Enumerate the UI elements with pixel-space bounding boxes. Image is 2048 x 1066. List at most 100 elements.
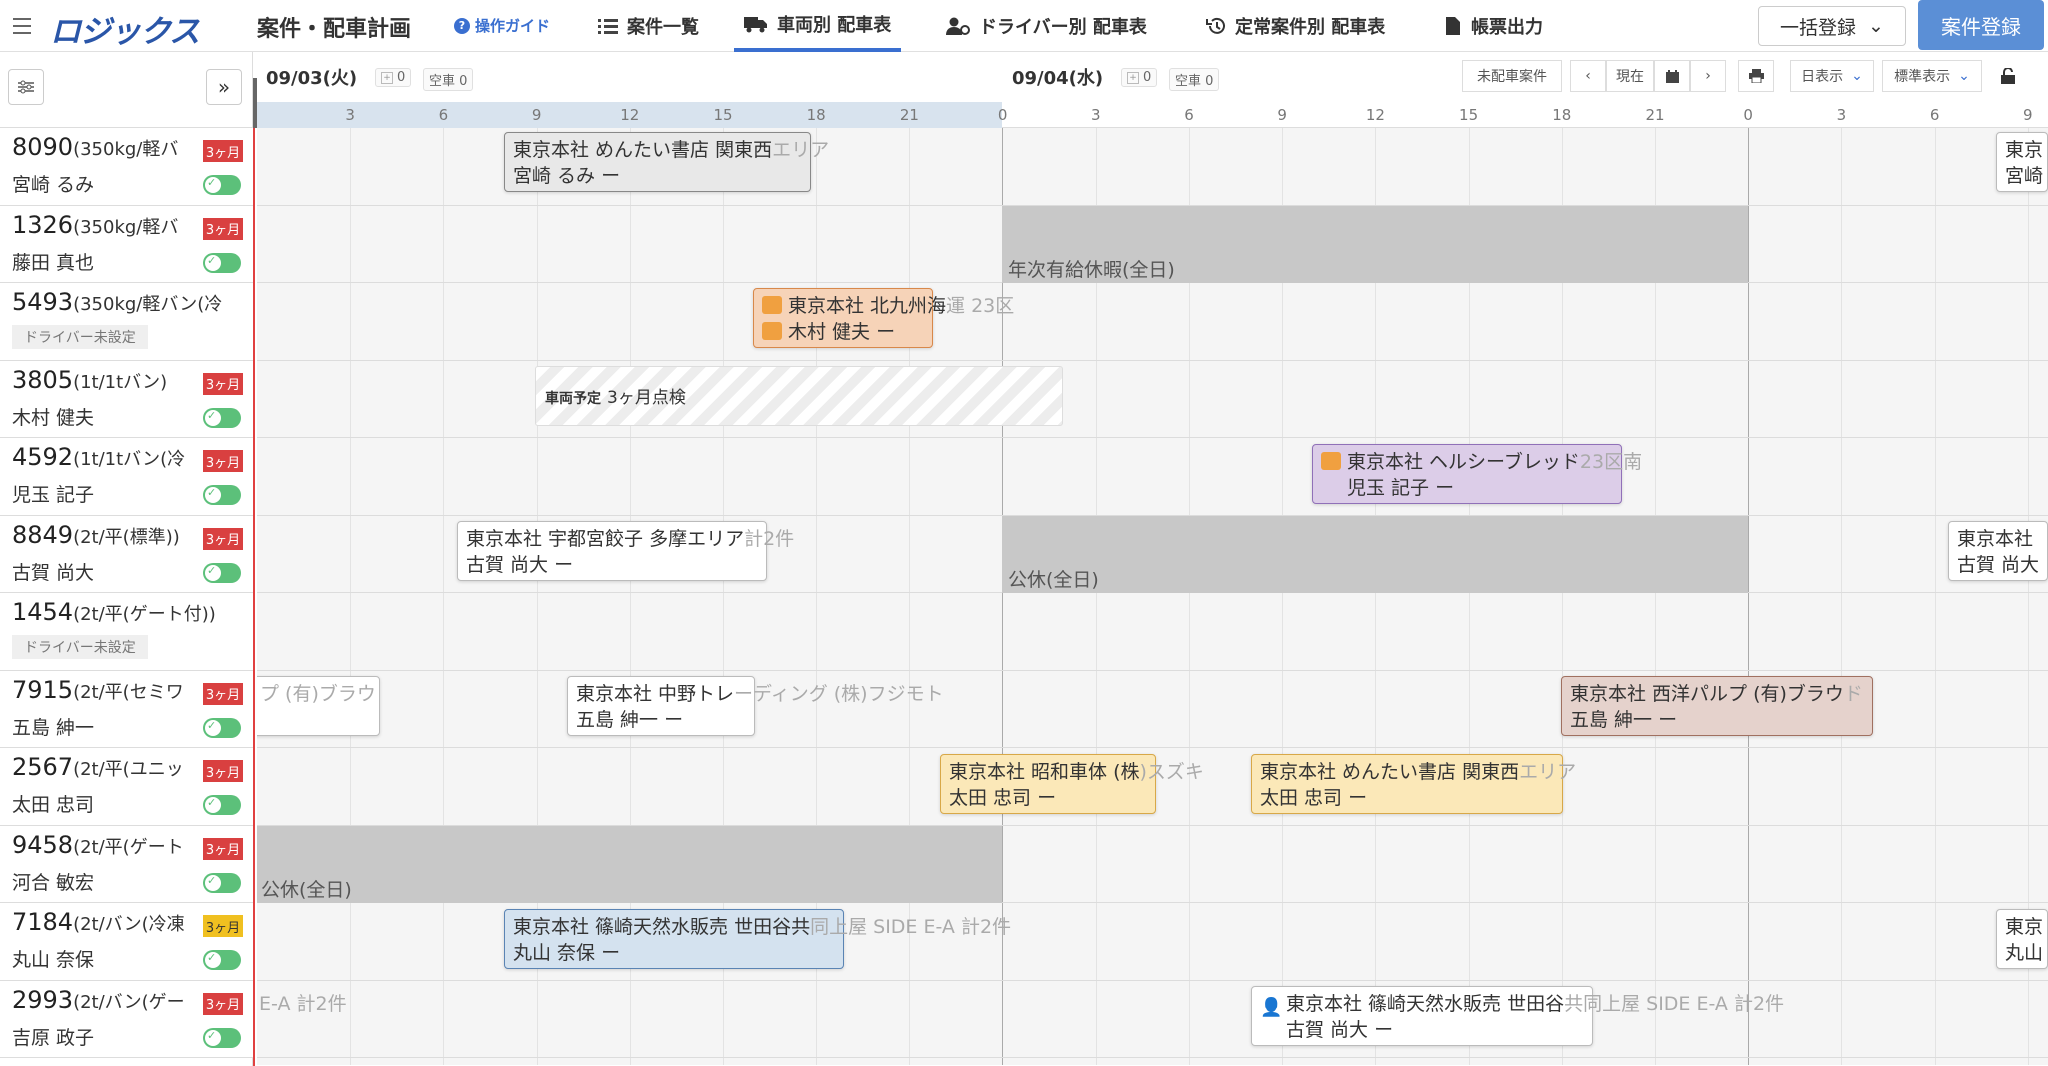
dispatch-card[interactable]: 東京本社 篠崎天然水販売 世田谷共同上屋 SIDE E-A 計2件 丸山 奈保 ー <box>504 909 1011 969</box>
nav-report-output[interactable]: 帳票出力 <box>1446 0 1543 52</box>
hour-tick: 6 <box>1184 106 1194 124</box>
chevron-down-icon: ⌄ <box>1958 68 1970 84</box>
nav-driver-schedule[interactable]: ドライバー別 配車表 <box>946 0 1147 52</box>
inspection-badge: 3ヶ月 <box>203 140 243 162</box>
grid-vline <box>1934 128 1936 1065</box>
driver-toggle[interactable] <box>203 1027 241 1048</box>
grid-hline <box>257 747 2048 748</box>
standard-view-dropdown[interactable]: 標準表示 ⌄ <box>1882 60 1982 92</box>
dispatch-card[interactable]: 東京 丸山 <box>1996 909 2048 969</box>
chevron-left-icon[interactable]: ‹ <box>1570 60 1606 92</box>
unassigned-cases-button[interactable]: 未配車案件 <box>1462 60 1562 92</box>
inspection-badge: 3ヶ月 <box>203 915 243 937</box>
page-title: 案件・配車計画 <box>257 17 412 42</box>
vehicle-row[interactable]: 7184(2t/バン(冷凍 3ヶ月 丸山 奈保 <box>0 903 253 981</box>
chevron-right-icon[interactable]: › <box>1690 60 1726 92</box>
chevron-down-icon: ⌄ <box>1868 15 1884 37</box>
print-icon[interactable] <box>1738 60 1774 92</box>
inspection-badge: 3ヶ月 <box>203 682 243 705</box>
truck-icon <box>744 15 768 33</box>
grid-hline <box>257 1057 2048 1058</box>
dispatch-card[interactable]: 東京本社 めんたい書店 関東西エリア 太田 忠司 ー <box>1251 754 1576 814</box>
dispatch-card[interactable]: 東京本社 宇都宮餃子 多摩エリア計2件 古賀 尚大 ー <box>457 521 794 581</box>
grid-vline <box>443 128 445 1065</box>
dispatch-card[interactable]: 東京本社 古賀 尚大 <box>1948 521 2048 581</box>
off-day-block[interactable] <box>257 826 1002 903</box>
vehicle-id: 2993(2t/バン(ゲー <box>12 985 185 1014</box>
vehicle-row[interactable]: 9458(2t/平(ゲート 3ヶ月 河合 敏宏 <box>0 825 253 903</box>
vehicle-row[interactable]: 3805(1t/1tバン) 3ヶ月 木村 健夫 <box>0 360 253 438</box>
dispatch-card[interactable]: プ (有)ブラウド <box>257 676 380 736</box>
vehicle-row[interactable]: 2567(2t/平(ユニッ 3ヶ月太田 忠司 <box>0 748 253 826</box>
dispatch-card[interactable]: 東京本社 めんたい書店 関東西エリア 宮崎 るみ ー <box>504 132 829 192</box>
driver-toggle[interactable] <box>203 950 241 970</box>
day-view-dropdown[interactable]: 日表示 ⌄ <box>1790 60 1874 92</box>
bus-icon <box>1321 452 1341 470</box>
off-day-block[interactable] <box>1002 516 1748 593</box>
driver-toggle[interactable] <box>203 407 241 428</box>
now-button[interactable]: 現在 <box>1606 60 1654 92</box>
vehicle-row[interactable]: 5493(350kg/軽バン(冷 ドライバー未設定 <box>0 283 253 361</box>
app-logo[interactable]: ロジックス <box>50 6 200 51</box>
app-header: ロジックス 案件・配車計画 ? 操作ガイド 案件一覧 車両別 配車表 ドライバー別… <box>0 0 2048 52</box>
vehicle-row[interactable]: 1326(350kg/軽バ 3ヶ月 藤田 真也 <box>0 205 253 283</box>
no-driver-tag: ドライバー未設定 <box>12 635 148 659</box>
driver-name: 河合 敏宏 <box>12 871 95 894</box>
guide-link[interactable]: ? 操作ガイド <box>454 15 550 36</box>
bulk-register-dropdown[interactable]: 一括登録 ⌄ <box>1758 6 1906 46</box>
hour-tick: 15 <box>1459 106 1479 124</box>
driver-toggle[interactable] <box>203 485 241 505</box>
vehicle-row[interactable]: 2993(2t/バン(ゲー 3ヶ月 吉原 政子 <box>0 980 253 1058</box>
driver-name: 藤田 真也 <box>12 251 95 274</box>
filter-icon[interactable] <box>8 69 44 105</box>
collapse-button[interactable]: » <box>206 69 242 105</box>
vehicle-id: 7184(2t/バン(冷凍 <box>12 908 185 936</box>
dispatch-card[interactable]: 東京本社 ヘルシーブレッド23区南 児玉 記子 ー <box>1312 444 1642 504</box>
driver-name: 吉原 政子 <box>12 1026 95 1049</box>
lock-icon[interactable] <box>1990 60 2026 92</box>
calendar-icon[interactable] <box>1654 60 1690 92</box>
inspection-badge: 3ヶ月 <box>203 527 243 550</box>
dispatch-card[interactable]: 東京本社 北九州海運 23区 木村 健夫 ー <box>753 288 1014 348</box>
vehicle-row[interactable]: 1454(2t/平(ゲート付)) ドライバー未設定 <box>0 593 253 671</box>
vehicle-row[interactable]: 8849(2t/平(標準)) 3ヶ月 古賀 尚大 <box>0 515 253 593</box>
vehicle-row[interactable]: 4592(1t/1tバン(冷 3ヶ月 児玉 記子 <box>0 438 253 516</box>
inspection-badge: 3ヶ月 <box>203 760 243 782</box>
dispatch-card[interactable]: 東京本社 昭和車体 (株)スズキ 太田 忠司 ー <box>940 754 1204 814</box>
vehicle-id: 1326(350kg/軽バ <box>12 210 179 239</box>
driver-toggle[interactable] <box>203 562 241 583</box>
dispatch-card[interactable]: 東京本社 西洋パルプ (有)ブラウド 五島 紳一 ー <box>1561 676 1873 736</box>
vehicle-id: 2567(2t/平(ユニッ <box>12 753 184 781</box>
menu-icon[interactable] <box>8 12 36 40</box>
grid-hline <box>257 979 2048 981</box>
driver-name: 太田 忠司 <box>12 794 95 816</box>
vehicle-row[interactable]: 8090(350kg/軽バ 3ヶ月 宮崎 るみ <box>0 128 253 206</box>
nav-regular-schedule[interactable]: 定常案件別 配車表 <box>1206 0 1385 52</box>
hour-tick: 0 <box>997 106 1008 124</box>
chevron-down-icon: ⌄ <box>1851 68 1863 84</box>
grid-hline <box>257 437 2048 438</box>
register-case-button[interactable]: 案件登録 <box>1918 0 2044 50</box>
vehicle-count-icon: + <box>1127 71 1139 84</box>
nav-case-list[interactable]: 案件一覧 <box>598 0 699 52</box>
driver-toggle[interactable] <box>203 717 241 738</box>
hour-tick: 3 <box>1091 106 1101 124</box>
dispatch-card[interactable]: 東京 宮崎 <box>1996 132 2048 192</box>
driver-toggle[interactable] <box>203 175 241 195</box>
vehicle-id: 7915(2t/平(セミワ <box>12 675 184 704</box>
nav-vehicle-schedule[interactable]: 車両別 配車表 <box>734 0 902 52</box>
vehicle-row[interactable]: 7915(2t/平(セミワ 3ヶ月五島 紳一 <box>0 670 253 748</box>
driver-name: 五島 紳一 <box>12 716 95 739</box>
vehicle-count-icon: + <box>381 71 393 84</box>
vehicle-id: 9458(2t/平(ゲート <box>12 830 184 859</box>
driver-icon <box>946 17 970 35</box>
driver-toggle[interactable] <box>203 872 241 893</box>
driver-toggle[interactable] <box>203 252 241 273</box>
hour-tick: 0 <box>1743 106 1753 124</box>
grid-vline <box>1748 128 1749 1065</box>
dispatch-card[interactable]: 東京本社 中野トレーディング (株)フジモト 五島 紳一 ー <box>567 676 944 736</box>
vehicle-id: 1454(2t/平(ゲート付)) <box>12 598 216 626</box>
dispatch-card[interactable]: 👤 東京本社 篠崎天然水販売 世田谷共同上屋 SIDE E-A 計2件 古賀 尚大 … <box>1251 986 1784 1046</box>
hour-tick: 21 <box>899 106 919 124</box>
driver-toggle[interactable] <box>203 795 241 815</box>
